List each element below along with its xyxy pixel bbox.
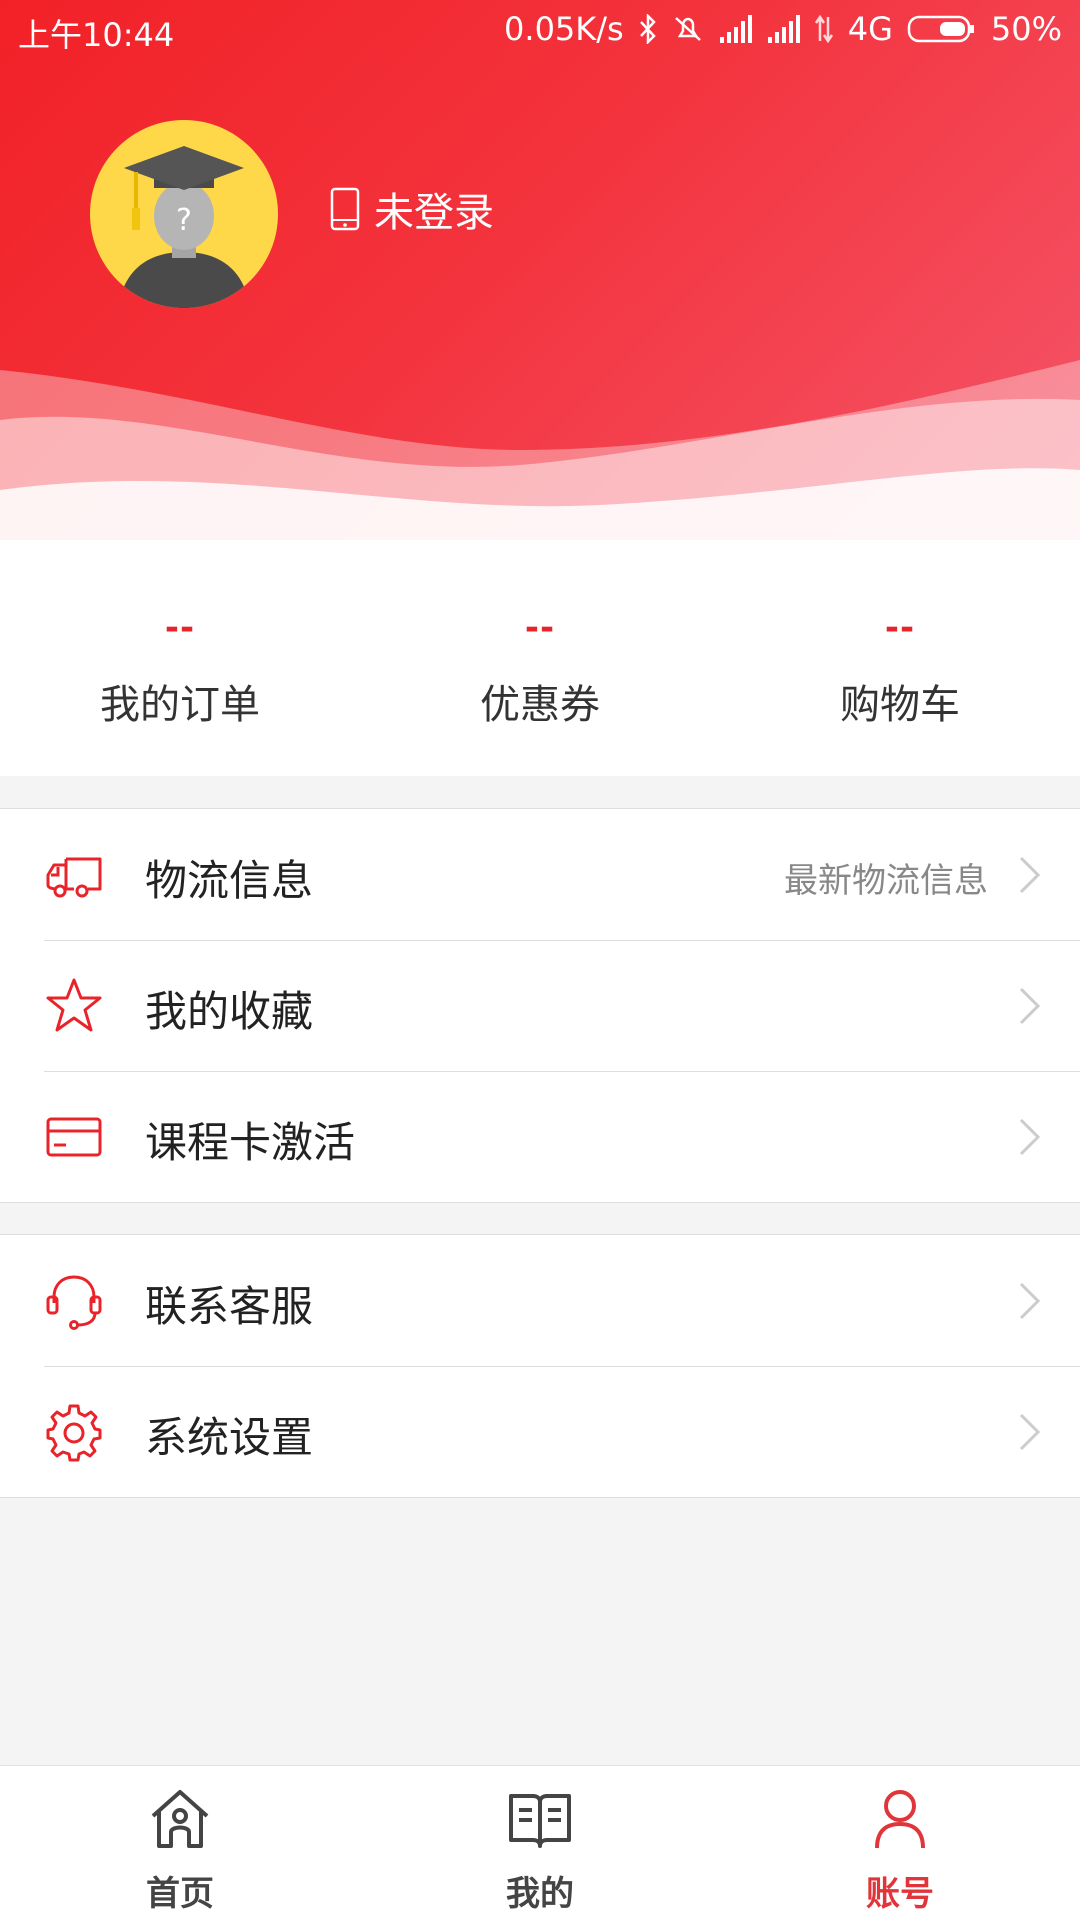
status-icons: 0.05K/s 4G 50% [504, 10, 1062, 48]
menu-item-title: 我的收藏 [145, 987, 314, 1036]
tab-mine[interactable]: 我的 [360, 1766, 720, 1921]
menu-item-title: 系统设置 [145, 1413, 314, 1462]
tab-label: 首页 [146, 1874, 214, 1914]
truck-icon [46, 857, 102, 898]
network-type: 4G [847, 10, 893, 48]
net-speed: 0.05K/s [504, 10, 624, 48]
stat-label: 优惠券 [480, 682, 600, 728]
tab-label: 我的 [506, 1874, 574, 1914]
chevron-right-icon [1019, 1282, 1041, 1320]
star-icon [46, 978, 102, 1032]
menu-item-settings[interactable]: 系统设置 [0, 1366, 1080, 1497]
stat-value: -- [884, 608, 916, 648]
phone-icon [330, 187, 360, 231]
chevron-right-icon [1019, 1413, 1041, 1451]
menu-item-customer-service[interactable]: 联系客服 [0, 1235, 1080, 1366]
tab-account[interactable]: 账号 [720, 1766, 1080, 1921]
header-wave-decoration [0, 360, 1080, 560]
bluetooth-icon [639, 14, 656, 44]
stat-label: 购物车 [840, 682, 960, 728]
chevron-right-icon [1019, 1118, 1041, 1156]
menu-item-logistics[interactable]: 物流信息 最新物流信息 [0, 809, 1080, 940]
menu-item-hint: 最新物流信息 [784, 861, 988, 901]
menu-item-title: 课程卡激活 [145, 1118, 356, 1167]
chevron-right-icon [1019, 987, 1041, 1025]
avatar[interactable]: ? [90, 120, 278, 308]
status-time: 上午10:44 [18, 16, 175, 54]
stats-bar: -- 我的订单 -- 优惠券 -- 购物车 [0, 560, 1080, 776]
chevron-right-icon [1019, 856, 1041, 894]
battery-icon [907, 15, 974, 43]
signal-icon [767, 15, 800, 43]
login-text: 未登录 [374, 190, 494, 236]
menu-group-support: 联系客服 系统设置 [0, 1234, 1080, 1498]
headset-icon [46, 1275, 102, 1330]
profile-header: 上午10:44 0.05K/s 4G 50% ? 未登录 [0, 0, 1080, 560]
card-icon [46, 1117, 102, 1157]
menu-item-course-card[interactable]: 课程卡激活 [0, 1071, 1080, 1202]
gear-icon [46, 1404, 102, 1462]
menu-item-title: 联系客服 [145, 1282, 314, 1331]
stat-value: -- [164, 608, 196, 648]
stat-coupons[interactable]: -- 优惠券 [360, 560, 720, 776]
menu-item-title: 物流信息 [145, 856, 314, 905]
svg-text:?: ? [176, 203, 192, 238]
tab-label: 账号 [866, 1874, 934, 1914]
menu-item-favorites[interactable]: 我的收藏 [0, 940, 1080, 1071]
graduate-avatar-icon: ? [118, 146, 250, 308]
login-link[interactable]: 未登录 [330, 180, 494, 238]
mute-icon [674, 17, 701, 41]
menu-group-orders: 物流信息 最新物流信息 我的收藏 课程卡激活 [0, 808, 1080, 1203]
book-icon [509, 1794, 571, 1848]
signal-icon [719, 15, 752, 43]
user-icon [875, 1790, 925, 1849]
tab-home[interactable]: 首页 [0, 1766, 360, 1921]
stat-value: -- [524, 608, 556, 648]
data-icon [814, 15, 833, 43]
stat-cart[interactable]: -- 购物车 [720, 560, 1080, 776]
bottom-tab-bar: 首页 我的 账号 [0, 1765, 1080, 1921]
battery-percent: 50% [990, 10, 1062, 48]
stat-label: 我的订单 [100, 682, 260, 728]
status-bar: 上午10:44 0.05K/s 4G 50% [0, 0, 1080, 62]
home-icon [151, 1790, 209, 1848]
stat-orders[interactable]: -- 我的订单 [0, 560, 360, 776]
